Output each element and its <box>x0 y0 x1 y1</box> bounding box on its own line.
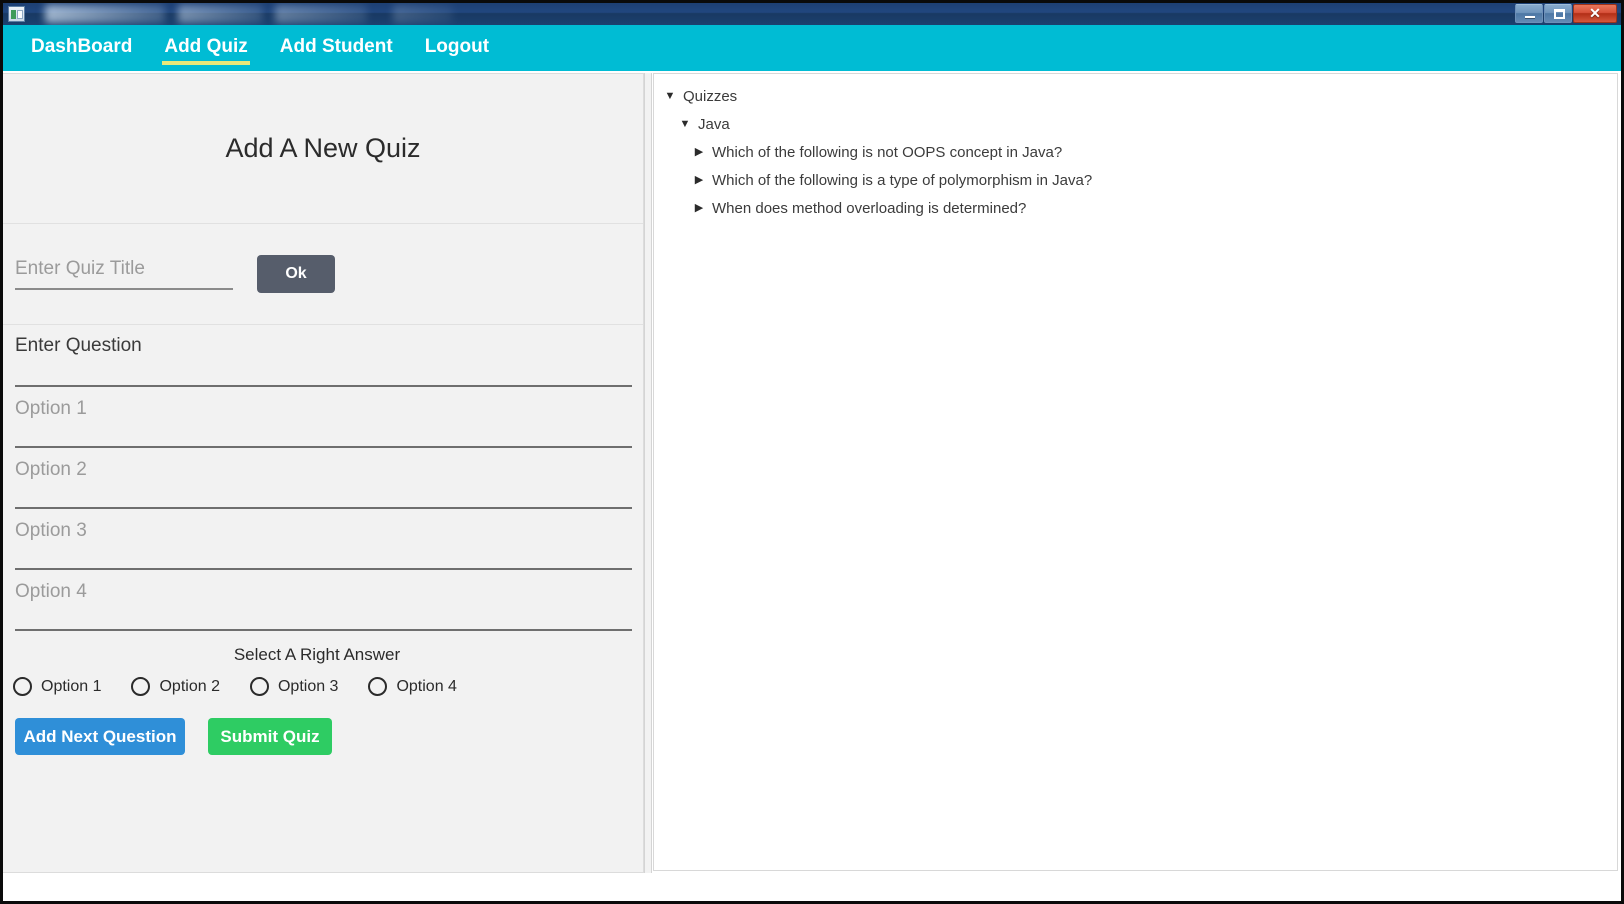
radio-option-4[interactable]: Option 4 <box>368 677 457 696</box>
panel-splitter[interactable] <box>644 73 652 873</box>
option-3-input[interactable] <box>15 509 632 570</box>
select-answer-label: Select A Right Answer <box>233 645 401 664</box>
title-bar-glass-highlight <box>393 5 453 23</box>
window-title-bar[interactable]: ✕ <box>3 3 1621 26</box>
radio-option-4-label: Option 4 <box>396 677 457 695</box>
option-2-row <box>3 448 643 509</box>
tree-node-question-label: Which of the following is not OOPS conce… <box>712 143 1063 161</box>
chevron-right-icon[interactable]: ▶ <box>692 202 706 214</box>
radio-option-1-label: Option 1 <box>41 677 102 695</box>
quiz-title-input[interactable] <box>15 258 233 290</box>
radio-circle-icon <box>249 677 269 696</box>
ok-button[interactable]: Ok <box>257 255 335 293</box>
radio-option-2[interactable]: Option 2 <box>131 677 220 696</box>
close-icon: ✕ <box>1589 5 1601 21</box>
content-area: Add A New Quiz Ok Select A R <box>3 71 1621 901</box>
nav-item-logout[interactable]: Logout <box>409 25 505 71</box>
tree-node-question-label: When does method overloading is determin… <box>712 199 1027 217</box>
question-input[interactable] <box>15 325 632 387</box>
quiz-tree-panel: ▼ Quizzes ▼ Java ▶ Which of the followin… <box>653 73 1618 871</box>
option-1-row <box>3 387 643 448</box>
radio-option-3-label: Option 3 <box>277 677 339 695</box>
application-window: ✕ DashBoard Add Quiz Add Student Logout … <box>0 0 1624 904</box>
title-bar-glass-highlight <box>45 5 165 23</box>
option-3-row <box>3 509 643 570</box>
close-button[interactable]: ✕ <box>1573 4 1617 23</box>
form-action-row: Add Next Question Submit Quiz <box>3 696 643 755</box>
option-2-input[interactable] <box>15 448 632 509</box>
radio-circle-icon <box>368 677 388 696</box>
answer-selection-section: Select A Right Answer Option 1 Option 2 … <box>3 631 643 696</box>
option-4-row <box>3 570 643 631</box>
tree-node-quizzes[interactable]: ▼ Quizzes <box>654 82 1617 110</box>
submit-quiz-button[interactable]: Submit Quiz <box>208 718 332 755</box>
option-4-input[interactable] <box>15 570 632 631</box>
main-navigation-bar: DashBoard Add Quiz Add Student Logout <box>3 25 1621 71</box>
application-icon <box>8 6 25 22</box>
restore-icon <box>1554 9 1565 19</box>
tree-node-question[interactable]: ▶ When does method overloading is determ… <box>654 194 1617 222</box>
window-controls: ✕ <box>1515 4 1617 23</box>
tree-node-quizzes-label: Quizzes <box>683 87 738 105</box>
radio-circle-icon <box>13 677 32 696</box>
chevron-right-icon[interactable]: ▶ <box>692 146 706 158</box>
quiz-title-row: Ok <box>3 224 643 325</box>
tree-node-java[interactable]: ▼ Java <box>654 110 1617 138</box>
nav-item-dashboard[interactable]: DashBoard <box>15 25 148 71</box>
form-heading-row: Add A New Quiz <box>3 74 643 224</box>
title-bar-glass-highlight <box>275 5 367 23</box>
chevron-down-icon[interactable]: ▼ <box>678 118 692 130</box>
chevron-right-icon[interactable]: ▶ <box>692 174 706 186</box>
nav-item-add-quiz[interactable]: Add Quiz <box>148 25 263 71</box>
radio-circle-icon <box>131 677 151 696</box>
tree-node-java-label: Java <box>698 115 730 133</box>
minimize-button[interactable] <box>1515 4 1543 23</box>
add-next-question-button[interactable]: Add Next Question <box>15 718 185 755</box>
question-row <box>3 325 643 387</box>
nav-item-add-student[interactable]: Add Student <box>264 25 409 71</box>
minimize-icon <box>1525 16 1535 18</box>
radio-option-2-label: Option 2 <box>159 677 220 695</box>
quiz-tree: ▼ Quizzes ▼ Java ▶ Which of the followin… <box>654 74 1617 222</box>
tree-node-question-label: Which of the following is a type of poly… <box>712 171 1093 189</box>
chevron-down-icon[interactable]: ▼ <box>663 90 677 102</box>
page-title: Add A New Quiz <box>225 133 421 163</box>
radio-option-3[interactable]: Option 3 <box>249 677 339 696</box>
tree-node-question[interactable]: ▶ Which of the following is not OOPS con… <box>654 138 1617 166</box>
answer-radio-group: Option 1 Option 2 Option 3 Option 4 <box>3 665 643 696</box>
tree-node-question[interactable]: ▶ Which of the following is a type of po… <box>654 166 1617 194</box>
radio-option-1[interactable]: Option 1 <box>13 677 101 696</box>
maximize-button[interactable] <box>1544 4 1572 23</box>
option-1-input[interactable] <box>15 387 632 448</box>
title-bar-glass-highlight <box>178 5 263 23</box>
add-quiz-form-panel: Add A New Quiz Ok Select A R <box>3 73 644 873</box>
